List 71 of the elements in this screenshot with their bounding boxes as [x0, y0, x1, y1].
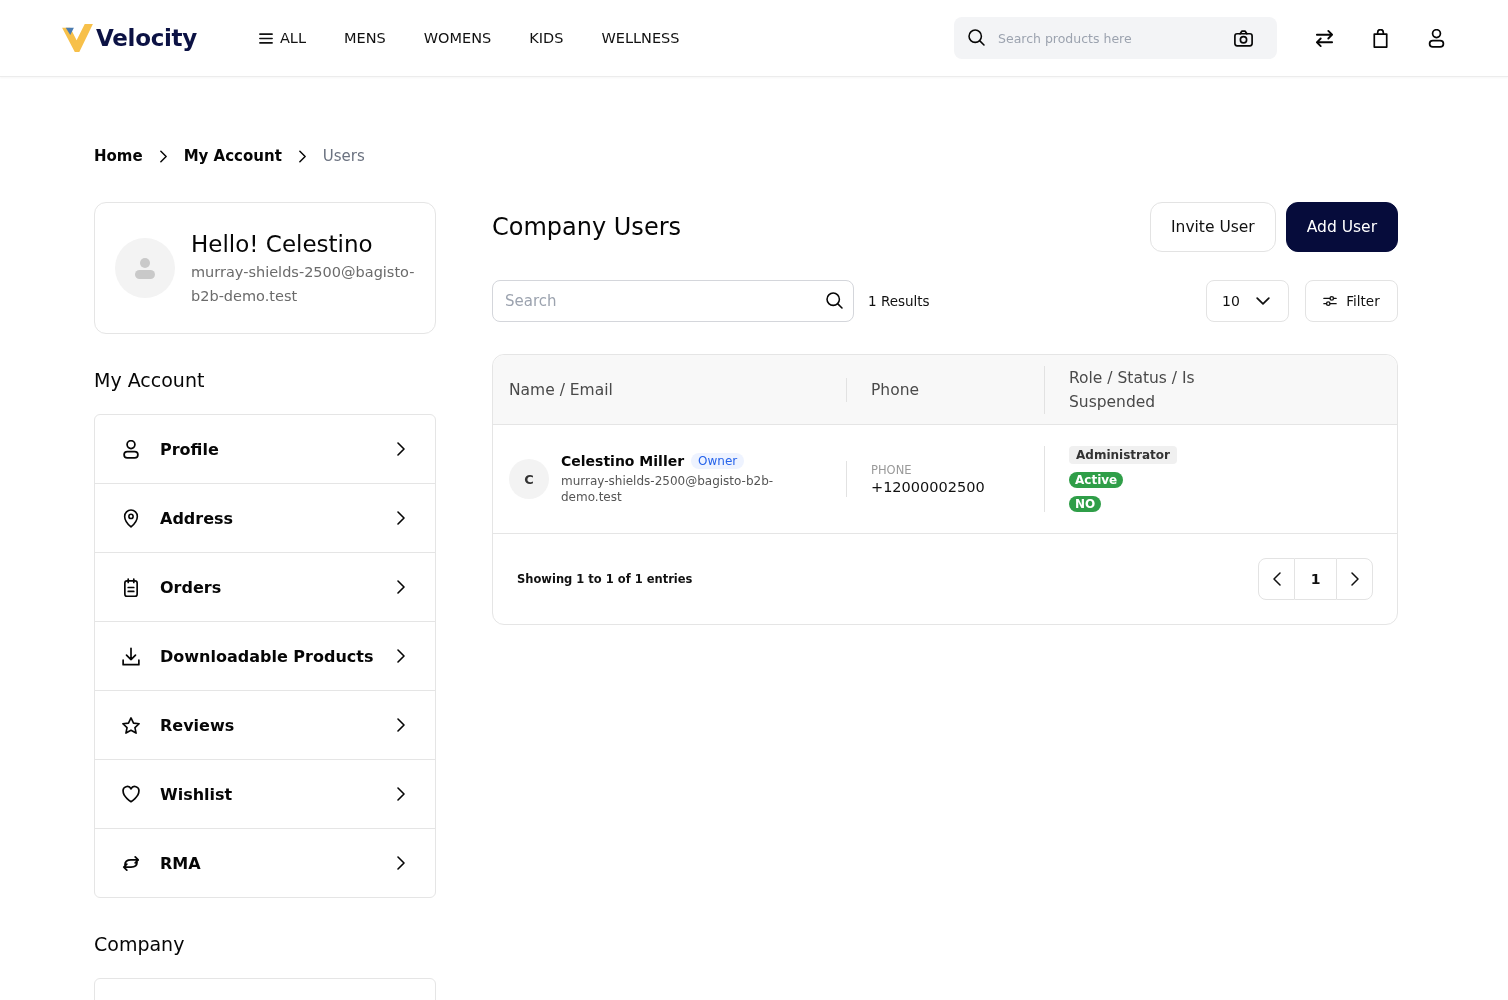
breadcrumb-link[interactable]: Users [322, 147, 365, 165]
exchange-arrows-icon [122, 853, 140, 873]
sidebar-menu-item[interactable]: Address [95, 484, 435, 553]
avatar-icon [115, 238, 175, 298]
search-field[interactable]: Search products here [954, 17, 1277, 59]
filter-button[interactable]: Filter [1305, 280, 1398, 322]
menu-icon [258, 32, 273, 44]
column-header: Phone [871, 379, 920, 401]
page-button[interactable]: 1 [1295, 558, 1336, 600]
greeting-text: Hello! Celestino [191, 230, 374, 259]
nav-link[interactable]: WOMENS [423, 30, 492, 46]
sidebar-menu-item[interactable]: Profile [95, 415, 435, 484]
section-heading: My Account [94, 368, 206, 392]
search-field[interactable]: Search [492, 280, 854, 322]
invite-user-button[interactable]: Invite User [1150, 202, 1276, 252]
camera-icon[interactable] [1234, 30, 1253, 47]
heart-icon [122, 784, 140, 804]
clipboard-icon [122, 577, 140, 597]
user-initial-avatar: C [509, 459, 549, 499]
user-email: murray-shields-2500@bagisto-b2b-demo.test [561, 473, 775, 505]
nav-link[interactable]: KIDS [529, 30, 564, 46]
column-header: Name / Email [509, 379, 614, 401]
sidebar-menu-item[interactable]: Reviews [95, 691, 435, 760]
logo-icon [62, 23, 93, 53]
star-icon [122, 715, 140, 735]
search-icon [826, 292, 843, 309]
chevron-right-icon [397, 787, 405, 801]
chevron-right-icon [397, 580, 405, 594]
chevron-right-icon [298, 149, 306, 163]
search-icon [968, 29, 985, 46]
chevron-right-icon [397, 649, 405, 663]
page-title: Company Users [492, 213, 681, 241]
sidebar-menu-item[interactable]: Orders [95, 553, 435, 622]
nav-link[interactable]: ALL [258, 30, 306, 46]
status-badge: Active [1069, 472, 1124, 488]
owner-badge: Owner [691, 453, 745, 469]
logo-link[interactable]: Velocity [62, 23, 197, 53]
chevron-right-icon [397, 442, 405, 456]
shopping-bag-icon[interactable] [1371, 28, 1390, 48]
role-badge: Administrator [1069, 446, 1177, 464]
phone-number: +12000002500 [871, 479, 986, 495]
per-page-select[interactable]: 10 [1206, 280, 1289, 322]
entries-summary: Showing 1 to 1 of 1 entries [517, 572, 693, 586]
chevron-right-icon [397, 856, 405, 870]
nav-link[interactable]: MENS [344, 30, 386, 46]
column-header: Role / Status / Is Suspended [1069, 367, 1196, 413]
section-heading: Company [94, 932, 186, 956]
nav-link[interactable]: WELLNESS [601, 30, 680, 46]
profile-email: murray-shields-2500@bagisto-b2b-demo.test [191, 263, 416, 306]
sidebar-menu-item[interactable]: RMA [95, 829, 435, 897]
user-icon[interactable] [1427, 28, 1446, 48]
sidebar-menu-item[interactable]: Wishlist [95, 760, 435, 829]
chevron-right-icon [159, 149, 167, 163]
user-icon [122, 439, 140, 459]
user-name: Celestino Miller [561, 453, 685, 469]
chevron-down-icon [1256, 294, 1270, 308]
sidebar-menu-item[interactable]: Downloadable Products [95, 622, 435, 691]
suspended-badge: NO [1069, 496, 1102, 512]
breadcrumb-link[interactable]: My Account [183, 147, 282, 165]
next-page-button[interactable] [1336, 558, 1373, 600]
sliders-icon [1323, 294, 1338, 308]
chevron-right-icon [397, 718, 405, 732]
breadcrumb-link[interactable]: Home [94, 147, 143, 165]
map-pin-icon [122, 508, 140, 528]
results-count: 1 Results [868, 293, 930, 309]
phone-label: PHONE [871, 463, 913, 477]
chevron-right-icon [397, 511, 405, 525]
previous-page-button[interactable] [1258, 558, 1295, 600]
download-icon [122, 646, 140, 666]
add-user-button[interactable]: Add User [1285, 202, 1398, 252]
swap-arrows-icon[interactable] [1315, 28, 1334, 48]
